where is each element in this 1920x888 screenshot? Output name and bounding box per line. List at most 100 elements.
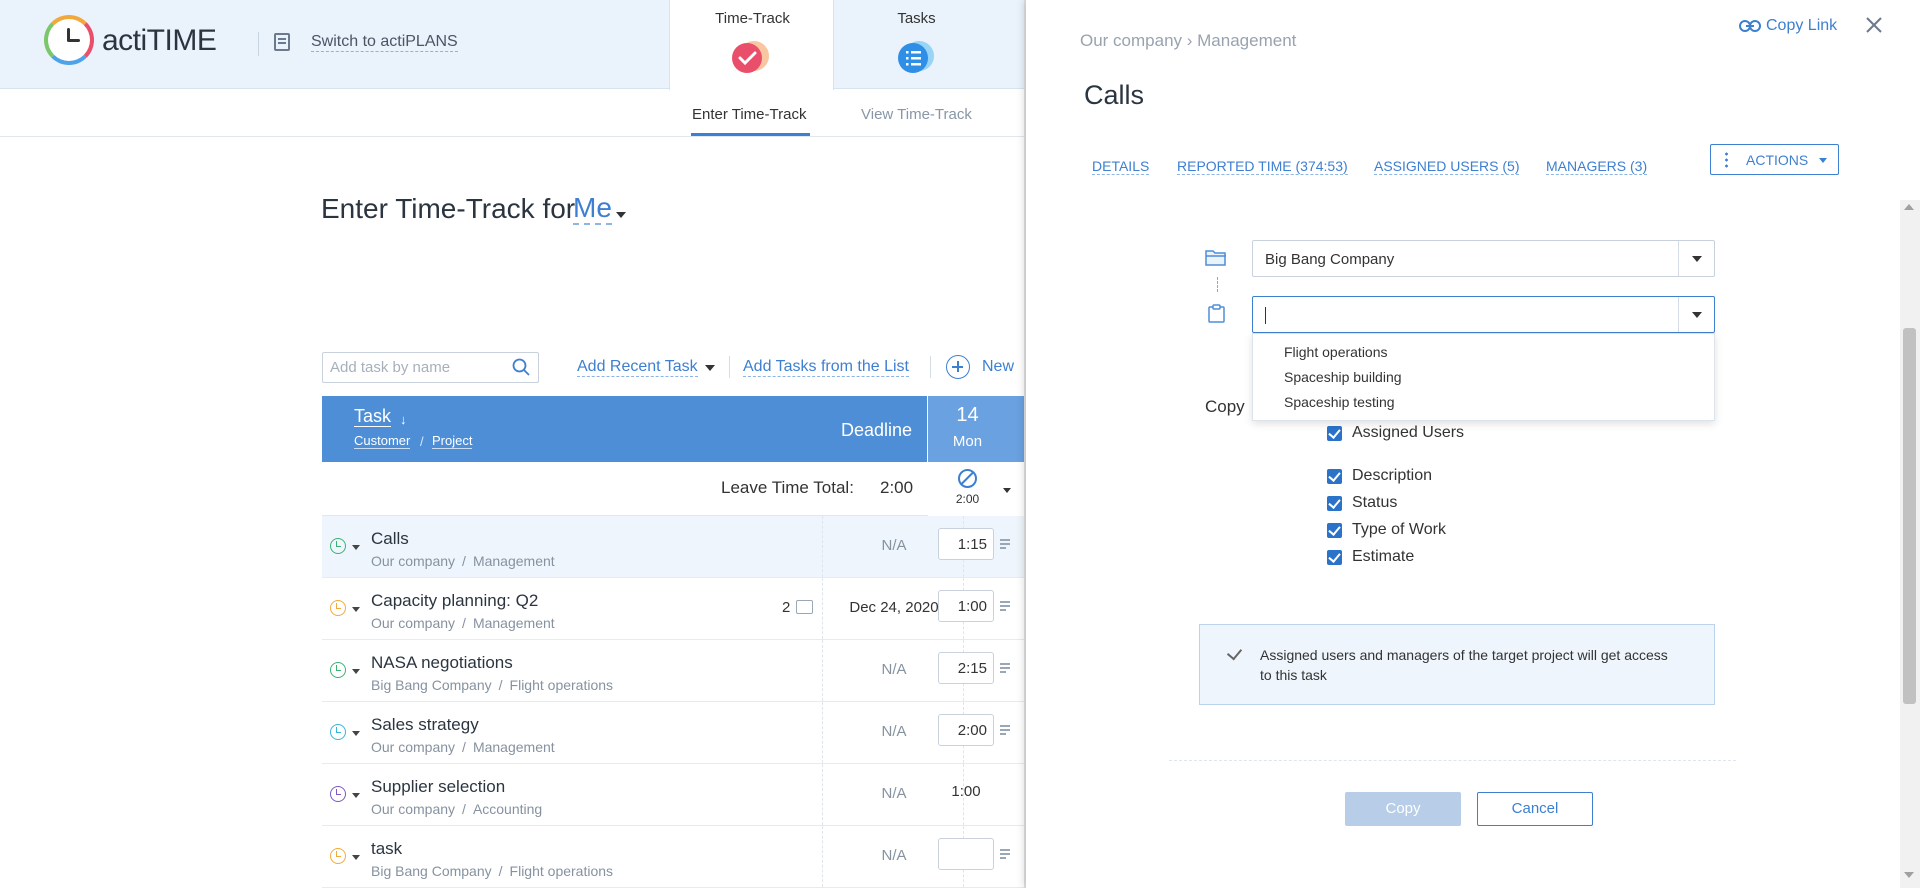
comment-lines-icon[interactable] xyxy=(1000,849,1010,859)
project-column-header[interactable]: Project xyxy=(432,434,473,449)
checkbox-estimate-label[interactable]: Estimate xyxy=(1352,548,1414,566)
project-select[interactable] xyxy=(1252,296,1715,333)
tab-assigned-users[interactable]: ASSIGNED USERS (5) xyxy=(1374,158,1520,175)
task-name[interactable]: Calls xyxy=(371,529,409,549)
subnav-enter-time-track[interactable]: Enter Time-Track xyxy=(692,106,806,123)
task-name[interactable]: Capacity planning: Q2 xyxy=(371,591,538,611)
task-column-header[interactable]: Task xyxy=(354,406,392,427)
scroll-down-arrow-icon[interactable] xyxy=(1904,872,1914,878)
chevron-down-icon[interactable] xyxy=(1003,488,1011,493)
checkbox-type-of-work-label[interactable]: Type of Work xyxy=(1352,521,1446,539)
tab-tasks[interactable]: Tasks xyxy=(834,0,999,89)
task-row[interactable]: Capacity planning: Q2 Our company / Managem… xyxy=(322,578,1024,640)
cancel-button[interactable]: Cancel xyxy=(1477,792,1593,826)
task-status-icon[interactable] xyxy=(330,538,346,554)
tab-time-track[interactable]: Time-Track xyxy=(669,0,834,90)
task-customer[interactable]: Our company xyxy=(371,739,455,755)
task-status-icon[interactable] xyxy=(330,786,346,802)
task-customer[interactable]: Our company xyxy=(371,553,455,569)
close-icon[interactable] xyxy=(1864,15,1884,35)
time-input[interactable]: 1:15 xyxy=(938,528,994,560)
task-customer[interactable]: Our company xyxy=(371,801,455,817)
chevron-down-icon[interactable] xyxy=(1692,312,1702,318)
checkbox-assigned-users[interactable] xyxy=(1327,426,1342,441)
checkbox-status-label[interactable]: Status xyxy=(1352,494,1397,512)
task-project[interactable]: Flight operations xyxy=(510,677,614,693)
task-status-icon[interactable] xyxy=(330,600,346,616)
copy-button[interactable]: Copy xyxy=(1345,792,1461,826)
new-task-button[interactable]: New xyxy=(982,358,1014,376)
checkbox-assigned-users-label[interactable]: Assigned Users xyxy=(1352,424,1464,442)
dropdown-option-spaceship-building[interactable]: Spaceship building xyxy=(1284,369,1402,385)
task-customer[interactable]: Our company xyxy=(371,615,455,631)
task-row[interactable]: NASA negotiations Big Bang Company / Flight… xyxy=(322,640,1024,702)
checkbox-status[interactable] xyxy=(1327,496,1342,511)
tab-managers[interactable]: MANAGERS (3) xyxy=(1546,158,1648,175)
chevron-down-icon[interactable] xyxy=(352,669,360,674)
task-name[interactable]: Supplier selection xyxy=(371,777,505,797)
copy-link-button[interactable]: Copy Link xyxy=(1766,17,1837,35)
task-row[interactable]: Supplier selection Our company / Accounting… xyxy=(322,764,1024,826)
tab-details[interactable]: DETAILS xyxy=(1092,158,1150,175)
checkbox-estimate[interactable] xyxy=(1327,550,1342,565)
actions-button[interactable]: ACTIONS xyxy=(1710,144,1839,175)
chevron-down-icon[interactable] xyxy=(352,545,360,550)
task-status-icon[interactable] xyxy=(330,662,346,678)
comment-lines-icon[interactable] xyxy=(1000,601,1010,611)
customer-select[interactable]: Big Bang Company xyxy=(1252,240,1715,277)
comment-lines-icon[interactable] xyxy=(1000,539,1010,549)
task-row[interactable]: task Big Bang Company / Flight operations N/… xyxy=(322,826,1024,888)
sort-arrow-icon[interactable]: ↓ xyxy=(400,412,407,427)
subnav-view-time-track[interactable]: View Time-Track xyxy=(861,106,972,123)
time-input[interactable] xyxy=(938,838,994,870)
task-row[interactable]: Sales strategy Our company / Management N/A 2… xyxy=(322,702,1024,764)
time-input[interactable]: 2:15 xyxy=(938,652,994,684)
dropdown-option-spaceship-testing[interactable]: Spaceship testing xyxy=(1284,394,1395,410)
chevron-down-icon[interactable] xyxy=(352,855,360,860)
task-status-icon[interactable] xyxy=(330,724,346,740)
actiplans-icon[interactable] xyxy=(274,33,290,51)
customer-column-header[interactable]: Customer xyxy=(354,434,411,449)
chevron-down-icon[interactable] xyxy=(705,365,715,371)
time-input[interactable]: 1:00 xyxy=(938,590,994,622)
task-search-input[interactable] xyxy=(330,359,500,376)
user-caret-icon[interactable] xyxy=(616,212,626,218)
tab-reported-time[interactable]: REPORTED TIME (374:53) xyxy=(1177,158,1348,175)
task-project[interactable]: Management xyxy=(473,739,555,755)
breadcrumb[interactable]: Our company › Management xyxy=(1080,31,1296,51)
project-select-input[interactable] xyxy=(1263,305,1643,322)
chevron-down-icon[interactable] xyxy=(1692,256,1702,262)
brand-name[interactable]: actiTIME xyxy=(102,24,217,58)
scroll-up-arrow-icon[interactable] xyxy=(1904,204,1914,210)
task-name[interactable]: NASA negotiations xyxy=(371,653,513,673)
switch-to-actiplans-link[interactable]: Switch to actiPLANS xyxy=(311,33,458,52)
checkbox-type-of-work[interactable] xyxy=(1327,523,1342,538)
comment-lines-icon[interactable] xyxy=(1000,725,1010,735)
task-customer[interactable]: Big Bang Company xyxy=(371,677,492,693)
add-tasks-from-list-button[interactable]: Add Tasks from the List xyxy=(743,358,909,377)
search-icon[interactable] xyxy=(512,358,530,376)
comment-icon[interactable] xyxy=(796,600,813,614)
task-customer[interactable]: Big Bang Company xyxy=(371,863,492,879)
checkbox-description-label[interactable]: Description xyxy=(1352,467,1432,485)
add-recent-task-button[interactable]: Add Recent Task xyxy=(577,358,698,377)
panel-scrollbar-thumb[interactable] xyxy=(1903,328,1916,704)
user-selector[interactable]: Me xyxy=(573,193,612,225)
actitime-logo-icon[interactable] xyxy=(44,15,94,65)
task-project[interactable]: Management xyxy=(473,553,555,569)
comment-lines-icon[interactable] xyxy=(1000,663,1010,673)
chevron-down-icon[interactable] xyxy=(352,731,360,736)
dropdown-option-flight-operations[interactable]: Flight operations xyxy=(1284,344,1388,360)
link-icon[interactable] xyxy=(1739,19,1761,33)
task-status-icon[interactable] xyxy=(330,848,346,864)
task-search-box[interactable] xyxy=(322,352,539,383)
task-project[interactable]: Management xyxy=(473,615,555,631)
task-name[interactable]: task xyxy=(371,839,402,859)
chevron-down-icon[interactable] xyxy=(352,793,360,798)
task-project[interactable]: Flight operations xyxy=(510,863,614,879)
time-input[interactable]: 2:00 xyxy=(938,714,994,746)
chevron-down-icon[interactable] xyxy=(352,607,360,612)
task-project[interactable]: Accounting xyxy=(473,801,542,817)
task-row[interactable]: Calls Our company / Management N/A 1:15 xyxy=(322,516,1024,578)
plus-circle-icon[interactable] xyxy=(946,355,970,379)
